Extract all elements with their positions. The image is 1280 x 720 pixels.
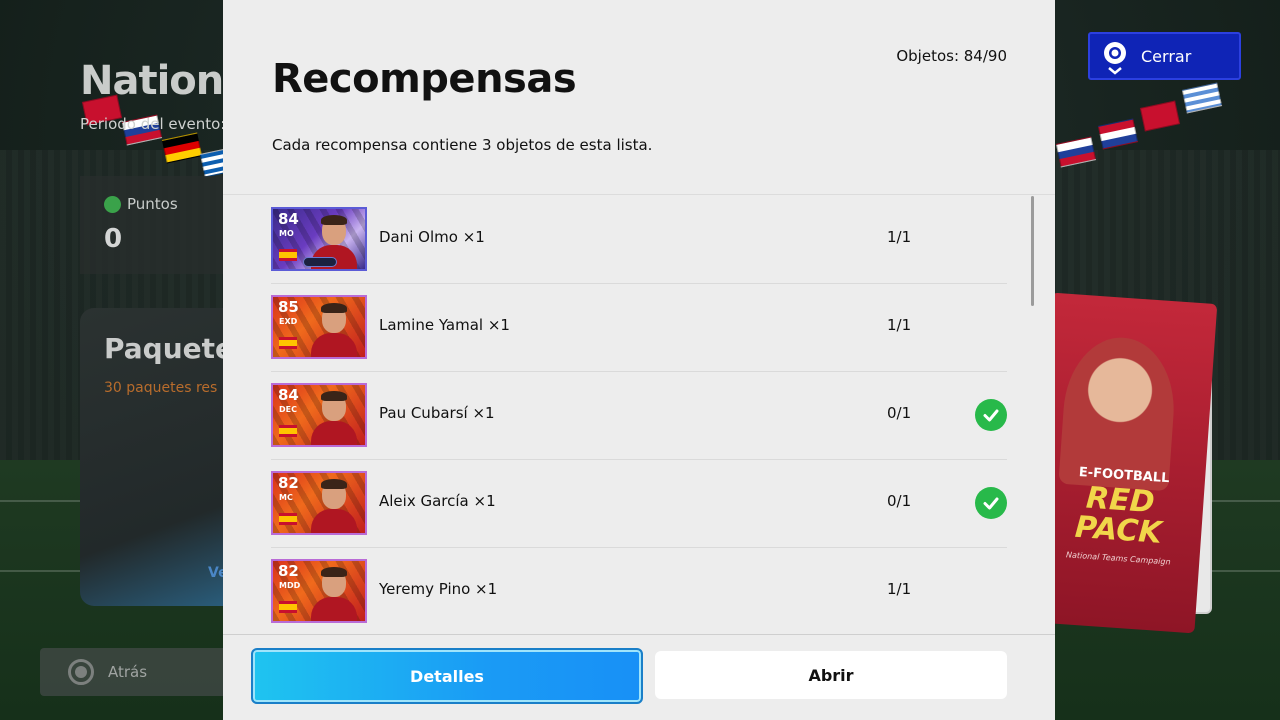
divider <box>223 634 1055 635</box>
red-pack-art: E-FOOTBALL RED PACK National Teams Campa… <box>1028 292 1218 634</box>
reward-count: 0/1 <box>887 404 912 422</box>
spain-flag-icon <box>279 249 297 261</box>
player-card: 82 MC <box>271 471 367 535</box>
reward-row[interactable]: 82 MDD Yeremy Pino ×1 1/1 <box>271 548 1007 632</box>
pack-name: RED PACK <box>1073 480 1163 551</box>
player-card: 84 DEC <box>271 383 367 447</box>
back-circle-icon <box>68 659 94 685</box>
divider <box>223 194 1055 195</box>
details-button[interactable]: Detalles <box>251 648 643 704</box>
reward-count: 0/1 <box>887 492 912 510</box>
pack-panel: Paquete 30 paquetes res Ve <box>80 308 240 606</box>
spain-flag-icon <box>279 513 297 525</box>
reward-name: Pau Cubarsí ×1 <box>379 404 495 422</box>
player-rating: 82 <box>278 474 299 492</box>
list-scrollbar[interactable] <box>1031 196 1034 306</box>
player-rating: 82 <box>278 562 299 580</box>
flag-decoration <box>1139 100 1181 132</box>
reward-count: 1/1 <box>887 228 912 246</box>
check-icon <box>975 487 1007 519</box>
open-button[interactable]: Abrir <box>655 651 1007 699</box>
modal-title: Recompensas <box>272 56 577 102</box>
spain-flag-icon <box>279 425 297 437</box>
player-rating: 84 <box>278 210 299 228</box>
player-position: MC <box>279 493 293 502</box>
close-button[interactable]: Cerrar <box>1088 32 1241 80</box>
reward-row[interactable]: 82 MC Aleix García ×1 0/1 <box>271 460 1007 548</box>
player-rating: 84 <box>278 386 299 404</box>
card-badge <box>303 257 337 267</box>
modal-description: Cada recompensa contiene 3 objetos de es… <box>272 136 653 154</box>
spain-flag-icon <box>279 337 297 349</box>
reward-name: Aleix García ×1 <box>379 492 496 510</box>
reward-row[interactable]: 84 MO Dani Olmo ×1 1/1 <box>271 196 1007 284</box>
pack-foil: E-FOOTBALL RED PACK National Teams Campa… <box>1028 292 1218 634</box>
points-label-row: Puntos <box>104 195 178 213</box>
reward-row[interactable]: 85 EXD Lamine Yamal ×1 1/1 <box>271 284 1007 372</box>
rewards-list[interactable]: 84 MO Dani Olmo ×1 1/1 85 EXD Lamine Yam… <box>271 196 1007 632</box>
objects-count: Objetos: 84/90 <box>896 47 1007 65</box>
player-position: EXD <box>279 317 298 326</box>
pack-campaign: National Teams Campaign <box>1065 550 1171 567</box>
reward-count: 1/1 <box>887 580 912 598</box>
points-value: 0 <box>104 224 123 254</box>
spain-flag-icon <box>279 601 297 613</box>
reward-name: Dani Olmo ×1 <box>379 228 485 246</box>
player-position: DEC <box>279 405 297 414</box>
player-card: 85 EXD <box>271 295 367 359</box>
reward-count: 1/1 <box>887 316 912 334</box>
coin-icon <box>104 195 121 213</box>
reward-name: Yeremy Pino ×1 <box>379 580 498 598</box>
player-portrait <box>311 391 357 445</box>
flag-decoration <box>1097 118 1139 150</box>
player-portrait <box>311 567 357 621</box>
reward-row[interactable]: 84 DEC Pau Cubarsí ×1 0/1 <box>271 372 1007 460</box>
back-button: Atrás <box>40 648 230 696</box>
player-portrait <box>311 303 357 357</box>
flag-decoration <box>1181 82 1223 114</box>
player-position: MO <box>279 229 294 238</box>
player-position: MDD <box>279 581 301 590</box>
player-card: 82 MDD <box>271 559 367 623</box>
rewards-modal: Objetos: 84/90 Recompensas Cada recompen… <box>223 0 1055 720</box>
close-label: Cerrar <box>1141 47 1192 66</box>
reward-name: Lamine Yamal ×1 <box>379 316 510 334</box>
player-rating: 85 <box>278 298 299 316</box>
event-period-label: Periodo del evento: <box>80 115 226 133</box>
pack-title: Paquete <box>104 332 235 365</box>
pack-subtitle: 30 paquetes res <box>104 380 218 396</box>
back-label: Atrás <box>108 663 148 681</box>
points-label: Puntos <box>127 195 178 213</box>
player-card: 84 MO <box>271 207 367 271</box>
close-pin-icon <box>1104 42 1126 75</box>
check-icon <box>975 399 1007 431</box>
player-portrait <box>311 479 357 533</box>
points-panel: Puntos 0 <box>80 176 240 274</box>
